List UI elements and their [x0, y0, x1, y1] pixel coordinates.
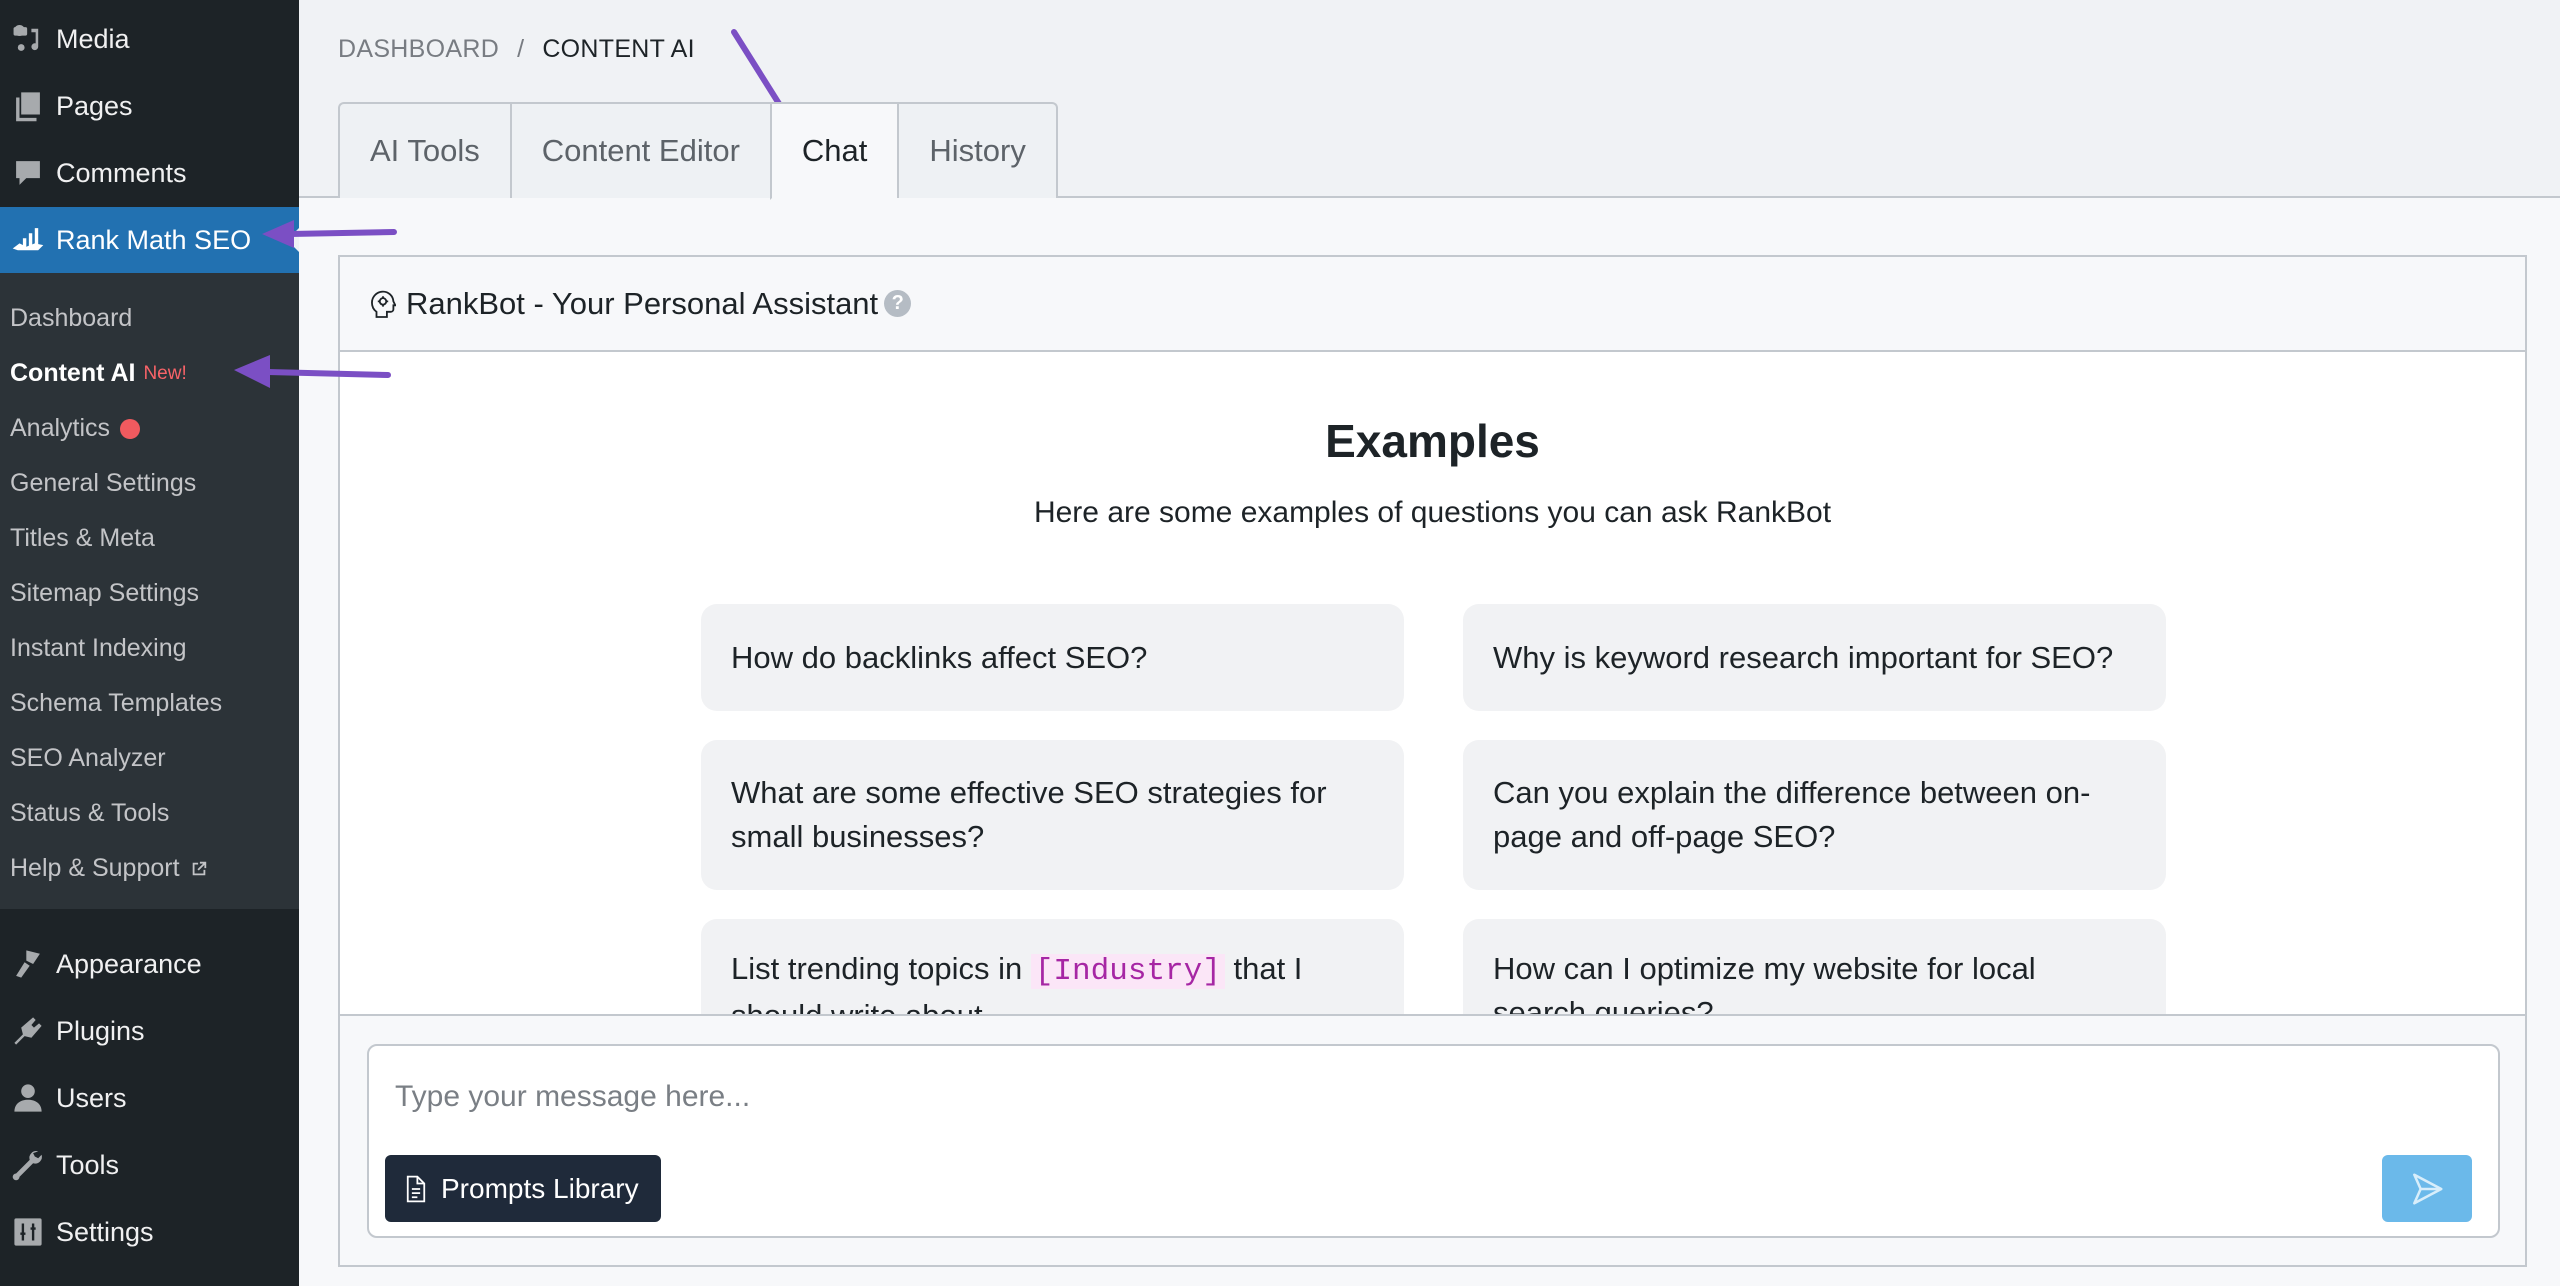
- breadcrumb: DASHBOARD / CONTENT AI: [338, 35, 695, 64]
- menu-item-label: Tools: [56, 1149, 120, 1180]
- menu-item-appearance[interactable]: Appearance: [0, 931, 299, 997]
- example-text: Why is keyword research important for SE…: [1493, 639, 2114, 675]
- example-card[interactable]: Why is keyword research important for SE…: [1463, 604, 2166, 711]
- submenu-label: General Settings: [10, 469, 197, 497]
- menu-item-label: Users: [56, 1082, 127, 1113]
- menu-item-label: Rank Math SEO: [56, 224, 252, 255]
- comments-icon: [0, 156, 56, 190]
- tab-content-editor[interactable]: Content Editor: [509, 102, 770, 198]
- example-card[interactable]: Can you explain the difference between o…: [1463, 740, 2166, 890]
- menu-item-label: Settings: [56, 1216, 154, 1247]
- menu-item-plugins[interactable]: Plugins: [0, 998, 299, 1064]
- examples-title: Examples: [1325, 415, 1540, 467]
- submenu-item-dashboard[interactable]: Dashboard: [0, 291, 299, 346]
- message-composer: Prompts Library: [367, 1044, 2500, 1238]
- tools-icon: [0, 1148, 56, 1182]
- example-text: How can I optimize my website for local …: [1493, 951, 2036, 1014]
- submenu-item-content-ai[interactable]: Content AI New!: [0, 346, 299, 401]
- document-icon: [406, 1175, 426, 1202]
- new-badge: New!: [143, 362, 187, 384]
- submenu-item-instant-indexing[interactable]: Instant Indexing: [0, 621, 299, 676]
- submenu-label: Status & Tools: [10, 799, 170, 827]
- content-ai-tabs: AI Tools Content Editor Chat History: [338, 102, 1058, 200]
- example-text-part: List trending topics in: [731, 951, 1031, 986]
- chat-footer: Prompts Library: [340, 1014, 2525, 1265]
- submenu-item-status-tools[interactable]: Status & Tools: [0, 786, 299, 841]
- settings-icon: [0, 1215, 56, 1249]
- message-input[interactable]: [395, 1072, 2395, 1122]
- example-text: How do backlinks affect SEO?: [731, 639, 1148, 675]
- breadcrumb-separator: /: [517, 35, 525, 63]
- submenu-item-help-support[interactable]: Help & Support: [0, 841, 299, 896]
- breadcrumb-dashboard-link[interactable]: DASHBOARD: [338, 35, 499, 64]
- submenu-item-sitemap-settings[interactable]: Sitemap Settings: [0, 566, 299, 621]
- external-link-icon: [192, 861, 206, 875]
- rankbot-head-icon: [371, 290, 396, 318]
- submenu-item-titles-meta[interactable]: Titles & Meta: [0, 511, 299, 566]
- rankbot-panel: RankBot - Your Personal Assistant ? Exam…: [338, 255, 2527, 1267]
- send-button[interactable]: [2382, 1155, 2472, 1222]
- example-text: What are some effective SEO strategies f…: [731, 775, 1327, 854]
- panel-header: RankBot - Your Personal Assistant ?: [340, 257, 2525, 352]
- submenu-label: Sitemap Settings: [10, 579, 199, 607]
- submenu-label: Titles & Meta: [10, 524, 155, 552]
- menu-item-comments[interactable]: Comments: [0, 140, 299, 206]
- tab-chat[interactable]: Chat: [769, 102, 898, 200]
- media-icon: [0, 22, 56, 56]
- prompts-library-label: Prompts Library: [441, 1172, 639, 1204]
- submenu-item-schema-templates[interactable]: Schema Templates: [0, 676, 299, 731]
- menu-item-pages[interactable]: Pages: [0, 73, 299, 139]
- plugins-icon: [0, 1014, 56, 1048]
- menu-item-label: Comments: [56, 157, 187, 188]
- chat-body[interactable]: Examples Here are some examples of quest…: [340, 352, 2525, 1014]
- appearance-icon: [0, 947, 56, 981]
- submenu-label: Dashboard: [10, 304, 133, 332]
- pages-icon: [0, 89, 56, 123]
- menu-item-users[interactable]: Users: [0, 1065, 299, 1131]
- help-icon[interactable]: ?: [884, 290, 912, 317]
- example-card[interactable]: List trending topics in [Industry] that …: [701, 919, 1404, 1014]
- menu-item-label: Appearance: [56, 948, 202, 979]
- examples-subtitle: Here are some examples of questions you …: [1033, 496, 1832, 529]
- rank-math-icon: [0, 223, 56, 257]
- menu-item-settings[interactable]: Settings: [0, 1199, 299, 1265]
- example-text: List trending topics in [Industry] that …: [731, 947, 1374, 1014]
- menu-item-tools[interactable]: Tools: [0, 1132, 299, 1198]
- menu-item-label: Media: [56, 23, 130, 54]
- send-icon: [2413, 1172, 2443, 1205]
- placeholder-token: [Industry]: [1030, 954, 1225, 989]
- example-card[interactable]: How can I optimize my website for local …: [1463, 919, 2166, 1014]
- menu-item-media[interactable]: Media: [0, 6, 299, 72]
- submenu-label: Content AI: [10, 359, 136, 387]
- tab-ai-tools[interactable]: AI Tools: [338, 102, 510, 198]
- example-text: Can you explain the difference between o…: [1493, 775, 2091, 854]
- submenu-item-analytics[interactable]: Analytics: [0, 401, 299, 456]
- menu-item-label: Plugins: [56, 1015, 145, 1046]
- submenu-label: SEO Analyzer: [10, 744, 166, 772]
- notification-dot: [120, 418, 141, 439]
- panel-title: RankBot - Your Personal Assistant: [406, 285, 879, 321]
- submenu-item-seo-analyzer[interactable]: SEO Analyzer: [0, 731, 299, 786]
- breadcrumb-current: CONTENT AI: [542, 35, 695, 63]
- admin-sidebar: Media Pages Comments Rank Math SEO Dashb…: [0, 0, 299, 1286]
- submenu-item-general-settings[interactable]: General Settings: [0, 456, 299, 511]
- users-icon: [0, 1081, 56, 1115]
- example-card[interactable]: What are some effective SEO strategies f…: [701, 740, 1404, 890]
- submenu-label: Help & Support: [10, 854, 180, 882]
- example-card[interactable]: How do backlinks affect SEO?: [701, 604, 1404, 711]
- menu-item-label: Pages: [56, 90, 133, 121]
- submenu-label: Schema Templates: [10, 689, 223, 717]
- menu-item-rank-math-seo[interactable]: Rank Math SEO: [0, 207, 299, 273]
- submenu-label: Instant Indexing: [10, 634, 187, 662]
- prompts-library-button[interactable]: Prompts Library: [385, 1155, 661, 1222]
- submenu-label: Analytics: [10, 414, 111, 442]
- rank-math-submenu: Dashboard Content AI New! Analytics Gener…: [0, 273, 299, 909]
- tab-history[interactable]: History: [897, 102, 1058, 198]
